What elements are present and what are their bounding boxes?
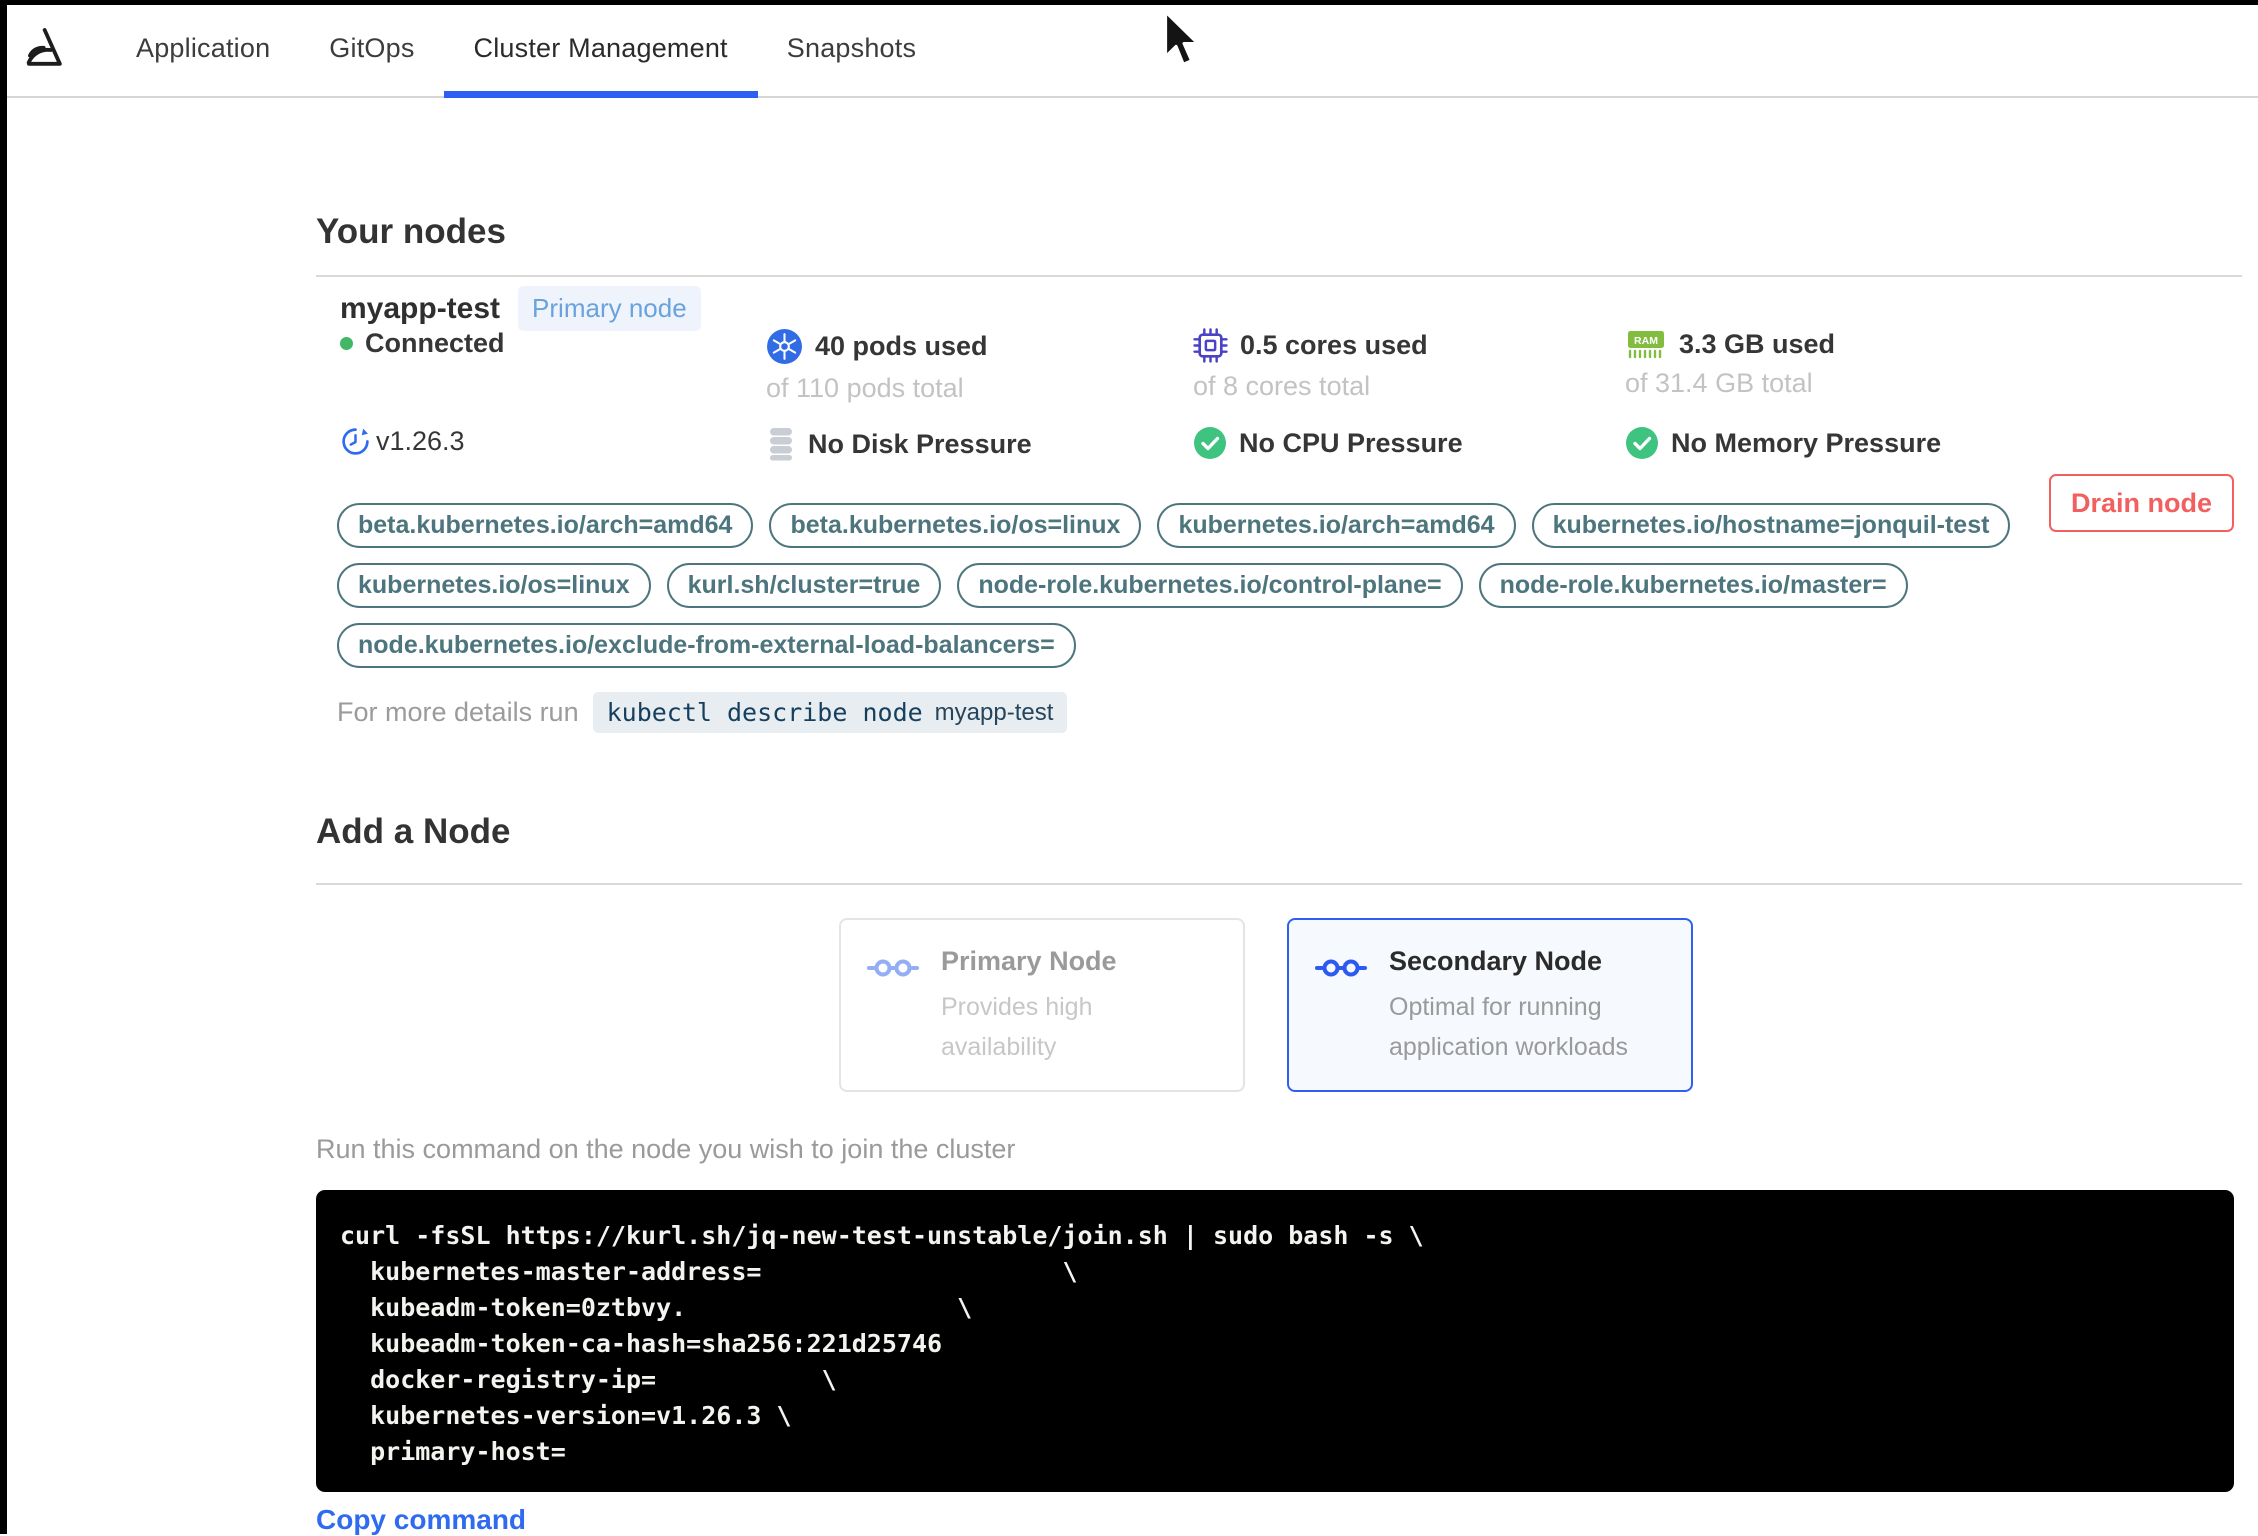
cpu-chip-icon [1193,328,1228,363]
node-link-icon [1315,956,1367,1090]
memory-total-label: of 31.4 GB total [1625,368,1813,398]
kubectl-describe-code-chip: kubectl describe node myapp-test [592,692,1068,733]
primary-node-card-text: Primary Node Provides high availability [941,946,1203,1090]
node-label-tag: kubernetes.io/hostname=jonquil-test [1531,503,2011,548]
app-logo [0,0,136,96]
node-version: v1.26.3 [340,426,465,457]
pods-stat: 40 pods used of 110 pods total [766,328,988,404]
memory-pressure-status: No Memory Pressure [1625,426,1941,460]
screen-edge-top [0,0,2258,5]
memory-pressure-label: No Memory Pressure [1671,427,1942,458]
secondary-node-card-subtitle: Optimal for running application workload… [1389,993,1629,1061]
kubectl-node-name-text: myapp-test [934,698,1054,726]
screen-edge-left [0,0,7,1534]
tab-gitops[interactable]: GitOps [329,0,414,96]
details-prefix-label: For more details run [337,697,579,727]
check-circle-icon [1625,426,1659,460]
node-name: myapp-test [340,291,501,325]
primary-node-card-title: Primary Node [941,946,1117,976]
node-label-tag: kurl.sh/cluster=true [666,563,942,608]
cores-stat: 0.5 cores used of 8 cores total [1193,328,1428,402]
version-label: v1.26.3 [376,426,465,456]
disk-pressure-status: No Disk Pressure [766,426,1032,462]
node-label-tag: node.kubernetes.io/exclude-from-external… [337,623,1076,668]
tab-gitops-label: GitOps [329,32,415,63]
terminal-line: kubeadm-token-ca-hash=sha256:221d25746 [340,1329,943,1358]
cpu-pressure-status: No CPU Pressure [1193,426,1463,460]
memory-stat: RAM 3.3 GB used of 31.4 GB total [1625,328,1835,399]
tab-cluster-management[interactable]: Cluster Management [443,0,758,98]
node-status: Connected [340,328,505,359]
node-label-tag: kubernetes.io/arch=amd64 [1157,503,1516,548]
node-link-icon [867,956,919,1090]
primary-node-badge: Primary node [518,286,701,331]
your-nodes-heading: Your nodes [316,212,506,251]
secondary-node-card[interactable]: Secondary Node Optimal for running appli… [1287,918,1693,1092]
terminal-line: kubeadm-token=0ztbvy. \ [340,1293,973,1322]
svg-text:RAM: RAM [1634,335,1658,347]
active-tab-underline [443,91,758,98]
add-node-heading: Add a Node [316,812,511,851]
replicated-logo-icon [24,26,64,70]
connected-dot-icon [340,337,353,350]
cores-total-label: of 8 cores total [1193,371,1371,401]
tab-cluster-management-label: Cluster Management [473,32,728,63]
ram-icon: RAM [1625,328,1667,360]
mouse-cursor-icon [1162,10,1202,68]
node-label-tag: node-role.kubernetes.io/control-plane= [957,563,1463,608]
kubectl-command-text: kubectl describe node [606,698,923,727]
terminal-line: docker-registry-ip= \ [340,1365,837,1394]
kubernetes-wheel-icon [766,328,803,365]
secondary-node-card-title: Secondary Node [1389,946,1603,976]
join-command-instruction: Run this command on the node you wish to… [316,1134,1016,1164]
cpu-pressure-label: No CPU Pressure [1239,427,1463,458]
terminal-line: primary-host= [340,1437,566,1466]
pods-total-label: of 110 pods total [766,373,964,403]
pods-used-label: 40 pods used [815,331,988,361]
tab-application[interactable]: Application [136,0,270,96]
check-circle-icon [1193,426,1227,460]
node-details-hint: For more details run kubectl describe no… [337,692,1068,733]
terminal-line: kubernetes-version=v1.26.3 \ [340,1401,792,1430]
tab-snapshots-label: Snapshots [786,32,917,63]
primary-node-card[interactable]: Primary Node Provides high availability [839,918,1245,1092]
add-node-divider [316,883,2242,885]
tab-application-label: Application [136,32,271,63]
node-label-tag: kubernetes.io/os=linux [337,563,651,608]
terminal-line: kubernetes-master-address= \ [340,1257,1078,1286]
join-command-terminal: curl -fsSL https://kurl.sh/jq-new-test-u… [316,1190,2234,1492]
terminal-line: curl -fsSL https://kurl.sh/jq-new-test-u… [340,1221,1424,1250]
secondary-node-card-text: Secondary Node Optimal for running appli… [1389,946,1651,1090]
disk-cylinder-icon [766,426,796,462]
cores-used-label: 0.5 cores used [1240,330,1428,360]
memory-used-label: 3.3 GB used [1679,328,1836,359]
version-clock-icon [340,426,371,457]
node-label-tag: beta.kubernetes.io/os=linux [769,503,1142,548]
drain-node-button[interactable]: Drain node [2049,474,2234,532]
primary-node-card-subtitle: Provides high availability [941,993,1093,1061]
nav-tabs: Application GitOps Cluster Management Sn… [136,0,916,98]
copy-command-link[interactable]: Copy command [316,1504,526,1536]
node-label-tag: beta.kubernetes.io/arch=amd64 [337,503,754,548]
connected-label: Connected [365,328,505,358]
your-nodes-divider [316,275,2242,277]
tab-snapshots[interactable]: Snapshots [787,0,916,96]
disk-pressure-label: No Disk Pressure [808,428,1032,459]
node-label-tag: node-role.kubernetes.io/master= [1478,563,1908,608]
top-nav-bar: Application GitOps Cluster Management Sn… [0,0,2258,98]
